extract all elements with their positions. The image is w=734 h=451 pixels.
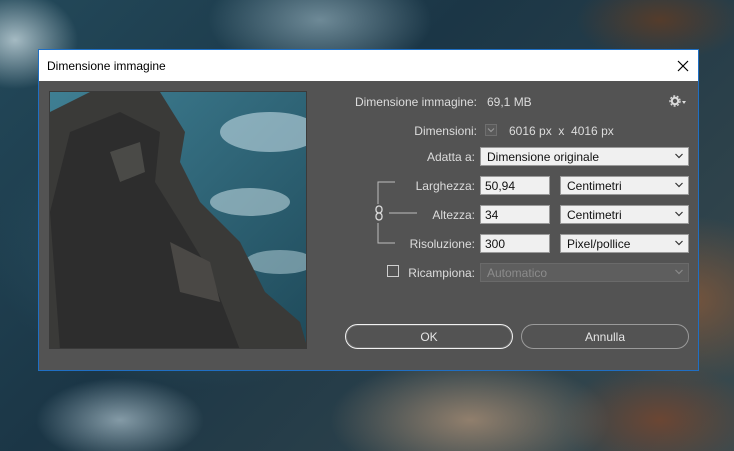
resample-method-select: Automatico [480, 263, 689, 282]
resample-label: Ricampiona: [408, 266, 475, 280]
resolution-unit-select[interactable]: Pixel/pollice [560, 234, 689, 253]
height-input[interactable] [480, 205, 550, 224]
chevron-down-icon [675, 240, 683, 246]
image-preview[interactable] [49, 91, 307, 349]
fit-to-select[interactable]: Dimensione originale [480, 147, 689, 166]
resolution-label: Risoluzione: [409, 237, 475, 251]
height-unit-value: Centimetri [567, 208, 622, 222]
width-unit-select[interactable]: Centimetri [560, 176, 689, 195]
chevron-down-icon [675, 211, 683, 217]
resolution-unit-value: Pixel/pollice [567, 237, 631, 251]
gear-icon[interactable] [669, 95, 687, 107]
dimensions-unit-toggle[interactable] [485, 124, 497, 136]
image-size-dialog: Dimensione immagine Dimensione immagine:… [38, 49, 699, 371]
height-label: Altezza: [432, 208, 475, 222]
chevron-down-icon [675, 153, 683, 159]
width-input[interactable] [480, 176, 550, 195]
width-label: Larghezza: [415, 179, 475, 193]
fit-to-label: Adatta a: [426, 150, 475, 164]
dialog-titlebar: Dimensione immagine [39, 50, 698, 81]
image-size-label: Dimensione immagine: [354, 95, 477, 109]
dimensions-label: Dimensioni: [414, 124, 477, 138]
close-button[interactable] [668, 50, 698, 81]
chevron-down-icon [675, 182, 683, 188]
width-unit-value: Centimetri [567, 179, 622, 193]
image-size-value: 69,1 MB [487, 95, 532, 109]
resample-method-value: Automatico [487, 266, 548, 280]
close-icon [677, 60, 689, 71]
resample-checkbox[interactable] [387, 265, 399, 277]
ok-button[interactable]: OK [345, 324, 513, 349]
fit-to-value: Dimensione originale [487, 150, 600, 164]
resolution-input[interactable] [480, 234, 550, 253]
dimensions-value: 6016 px x 4016 px [509, 124, 614, 138]
chevron-down-icon [487, 128, 495, 133]
height-unit-select[interactable]: Centimetri [560, 205, 689, 224]
dialog-title: Dimensione immagine [47, 58, 166, 73]
chevron-down-icon [675, 269, 683, 275]
preview-image [50, 92, 306, 348]
cancel-button[interactable]: Annulla [521, 324, 689, 349]
